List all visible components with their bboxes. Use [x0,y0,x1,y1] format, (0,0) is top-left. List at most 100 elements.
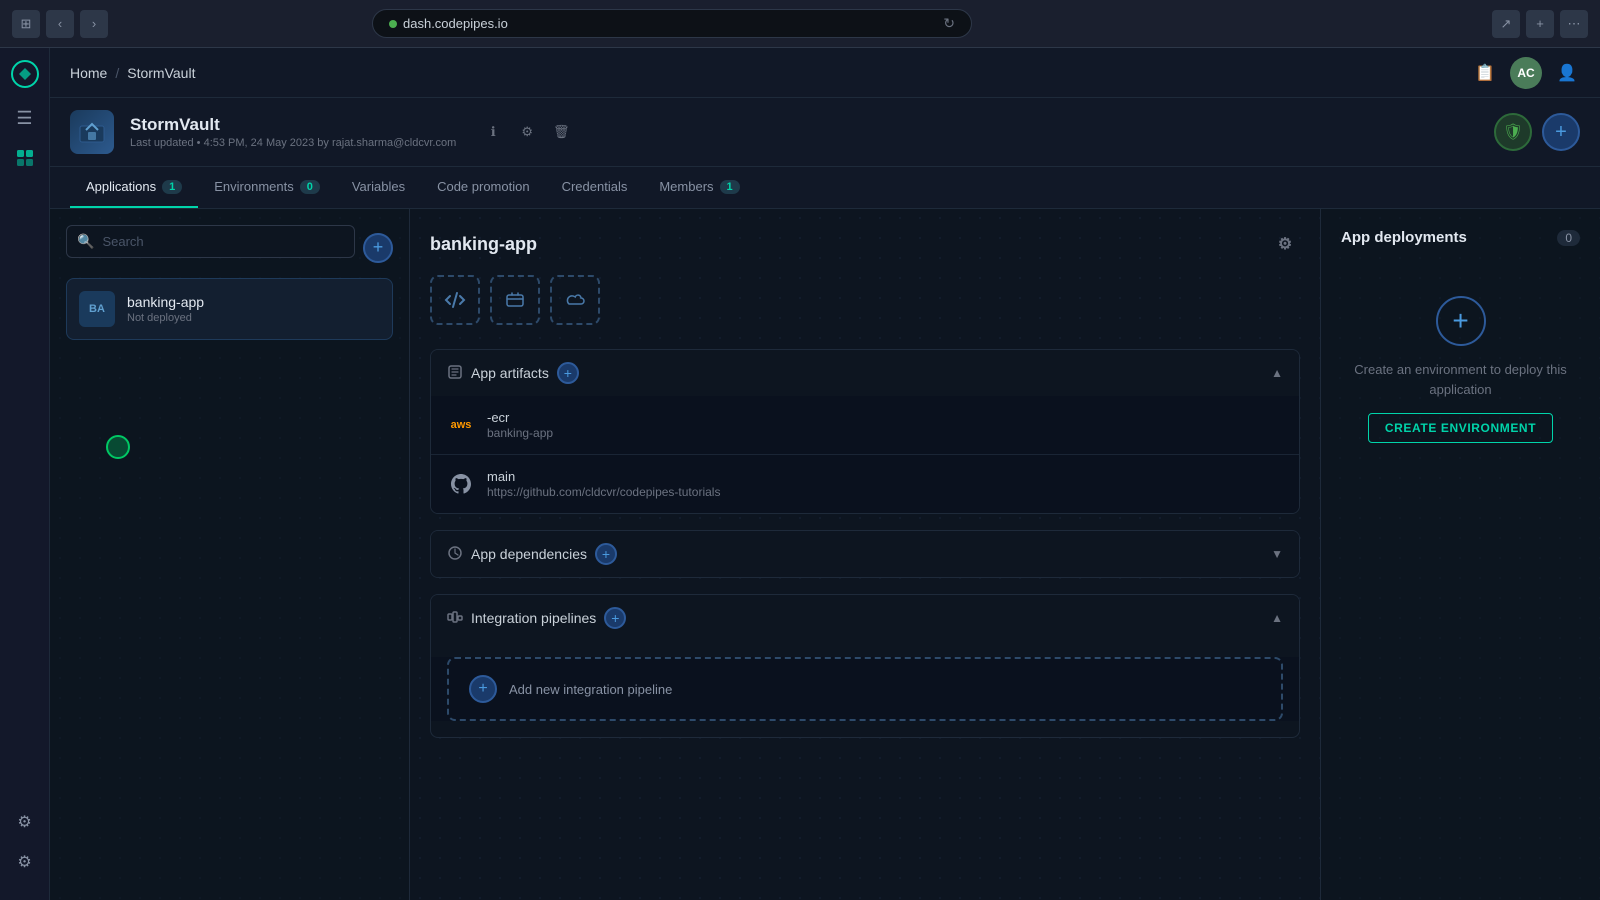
project-header-right: 🛡 + [1494,113,1580,151]
add-artifact-button[interactable]: + [557,362,579,384]
browser-controls: ⊞ ‹ › [12,10,108,38]
artifacts-chevron: ▲ [1271,366,1283,380]
deployments-empty-message: Create an environment to deploy this app… [1341,360,1580,399]
breadcrumb-home[interactable]: Home [70,65,107,81]
pipeline-icon-code[interactable] [430,275,480,325]
tab-environments-label: Environments [214,179,293,194]
shield-button[interactable]: 🛡 [1494,113,1532,151]
add-app-button[interactable]: + [363,233,393,263]
app-settings-gear[interactable]: ⚙ [1270,229,1300,259]
new-tab-btn[interactable]: + [1526,10,1554,38]
dashboard-icon[interactable] [7,140,43,176]
section-artifacts: App artifacts + ▲ aws -ecr [430,349,1300,514]
tab-credentials[interactable]: Credentials [546,167,644,208]
integration-add-label: Add new integration pipeline [509,682,672,697]
section-pipelines-title: Integration pipelines [471,610,596,626]
section-dependencies-left: App dependencies + [447,543,1271,565]
user-avatar[interactable]: AC [1510,57,1542,89]
tab-code-promotion[interactable]: Code promotion [421,167,546,208]
tab-members[interactable]: Members 1 [643,167,755,208]
app-avatar-ba: BA [79,291,115,327]
artifact-ecr-info: -ecr banking-app [487,410,553,440]
delete-project-icon[interactable]: 🗑 [548,119,574,145]
more-btn[interactable]: ⋯ [1560,10,1588,38]
add-dependency-button[interactable]: + [595,543,617,565]
breadcrumb: Home / StormVault [70,65,195,81]
pipeline-icon-container[interactable] [490,275,540,325]
connections-icon[interactable]: ⚙ [7,804,43,840]
project-info: StormVault Last updated • 4:53 PM, 24 Ma… [130,115,456,149]
add-pipeline-button[interactable]: + [604,607,626,629]
back-btn[interactable]: ‹ [46,10,74,38]
section-pipelines-left: Integration pipelines + [447,607,1271,629]
artifact-github-info: main https://github.com/cldcvr/codepipes… [487,469,720,499]
project-header: StormVault Last updated • 4:53 PM, 24 Ma… [50,98,1600,167]
tab-switcher-btn[interactable]: ⊞ [12,10,40,38]
app-title-text: banking-app [430,234,537,255]
deployments-title: App deployments [1341,229,1467,246]
tab-applications[interactable]: Applications 1 [70,167,198,208]
app-logo[interactable] [7,56,43,92]
share-btn[interactable]: ↗ [1492,10,1520,38]
app-item-info: banking-app Not deployed [127,294,204,324]
top-nav: Home / StormVault 📋 AC 👤 [50,48,1600,98]
project-logo [70,110,114,154]
breadcrumb-current: StormVault [127,65,195,81]
app-list-item[interactable]: BA banking-app Not deployed [66,278,393,340]
user-profile-icon[interactable]: 👤 [1554,60,1580,86]
main-content: Home / StormVault 📋 AC 👤 StormVault [50,48,1600,900]
refresh-icon[interactable]: ↻ [943,15,955,32]
section-dependencies: App dependencies + ▼ [430,530,1300,578]
pipeline-icon-cloud[interactable] [550,275,600,325]
search-input[interactable] [102,234,344,249]
tab-applications-label: Applications [86,179,156,194]
edit-project-icon[interactable]: ⚙ [514,119,540,145]
section-artifacts-header[interactable]: App artifacts + ▲ [431,350,1299,396]
docs-icon[interactable]: 📋 [1472,60,1498,86]
dependencies-chevron: ▼ [1271,547,1283,561]
add-project-button[interactable]: + [1542,113,1580,151]
tab-environments[interactable]: Environments 0 [198,167,336,208]
middle-panel: banking-app ⚙ [410,209,1320,900]
left-panel: 🔍 + BA banking-app Not deployed [50,209,410,900]
settings-bottom-icon[interactable]: ⚙ [7,844,43,880]
secure-indicator [389,20,397,28]
search-icon: 🔍 [77,233,94,250]
url-bar[interactable]: dash.codepipes.io ↻ [372,9,972,38]
dependencies-icon [447,545,463,564]
artifact-ecr: aws -ecr banking-app [431,396,1299,455]
artifact-github-url: https://github.com/cldcvr/codepipes-tuto… [487,485,720,499]
artifacts-icon [447,364,463,383]
forward-btn[interactable]: › [80,10,108,38]
pipeline-icons-row [430,275,1300,325]
top-nav-right: 📋 AC 👤 [1472,57,1580,89]
tab-code-promotion-label: Code promotion [437,179,530,194]
artifact-github-name: main [487,469,720,484]
artifact-github: main https://github.com/cldcvr/codepipes… [431,455,1299,513]
create-deployment-plus[interactable]: + [1436,296,1486,346]
tab-bar: Applications 1 Environments 0 Variables … [50,167,1600,209]
project-title: StormVault [130,115,456,135]
breadcrumb-separator: / [115,65,119,81]
info-icon[interactable]: ℹ [480,119,506,145]
right-panel: App deployments 0 + Create an environmen… [1320,209,1600,900]
project-actions: ℹ ⚙ 🗑 [480,119,574,145]
create-environment-button[interactable]: CREATE ENVIRONMENT [1368,413,1553,443]
tab-variables[interactable]: Variables [336,167,421,208]
tab-members-badge: 1 [720,180,740,194]
section-pipelines-content: + Add new integration pipeline [431,657,1299,721]
app-layout: ☰ ⚙ ⚙ Home / StormVault 📋 AC [0,48,1600,900]
search-bar: 🔍 [66,225,355,258]
cursor-indicator [106,435,130,459]
section-pipelines-header[interactable]: Integration pipelines + ▲ [431,595,1299,641]
hamburger-icon[interactable]: ☰ [7,100,43,136]
pipelines-chevron: ▲ [1271,611,1283,625]
add-integration-box[interactable]: + Add new integration pipeline [447,657,1283,721]
bottom-nav-icons: ⚙ ⚙ [7,804,43,892]
github-icon [447,470,475,498]
section-artifacts-left: App artifacts + [447,362,1271,384]
section-artifacts-title: App artifacts [471,365,549,381]
pipelines-icon [447,609,463,628]
deployments-empty-state: + Create an environment to deploy this a… [1341,266,1580,473]
section-dependencies-header[interactable]: App dependencies + ▼ [431,531,1299,577]
